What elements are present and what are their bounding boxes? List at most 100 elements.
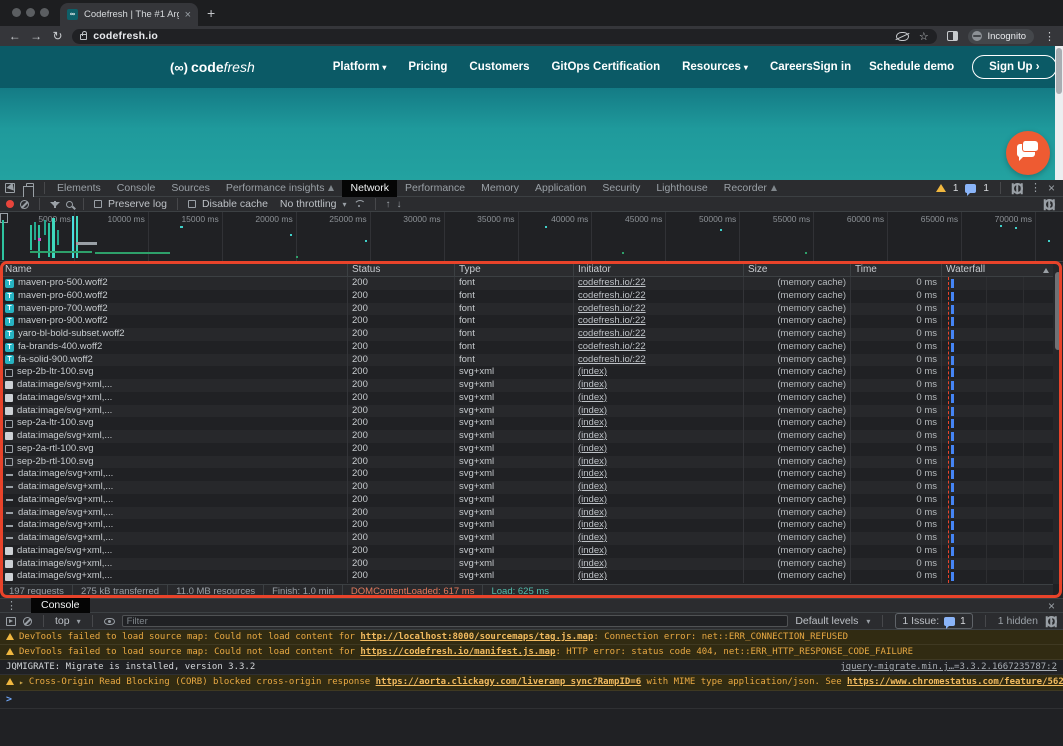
initiator-link[interactable]: (index) [578,379,607,390]
new-tab-button[interactable]: + [207,6,215,20]
console-sidebar-icon[interactable] [6,617,16,626]
window-zoom-button[interactable] [40,8,49,17]
log-levels-select[interactable]: Default levels [795,615,858,627]
table-row[interactable]: data:image/svg+xml,...200svg+xml(index)(… [1,430,1053,443]
initiator-link[interactable]: (index) [578,443,607,454]
devtools-settings-icon[interactable] [1012,183,1023,194]
browser-menu-icon[interactable]: ⋮ [1044,30,1055,43]
table-row[interactable]: sep-2b-rtl-100.svg200svg+xml(index)(memo… [1,456,1053,469]
initiator-link[interactable]: (index) [578,532,607,543]
initiator-link[interactable]: (index) [578,366,607,377]
devtools-close-icon[interactable]: × [1048,182,1055,194]
initiator-link[interactable]: (index) [578,507,607,518]
codefresh-logo[interactable]: (∞) code fresh [170,59,255,75]
nav-item-platform[interactable]: Platform▾ [333,61,387,73]
filter-icon[interactable] [50,202,60,207]
drawer-menu-icon[interactable]: ⋮ [6,601,17,611]
console-link[interactable]: http://localhost:8000/sourcemaps/tag.js.… [360,632,593,642]
live-expression-eye-icon[interactable] [104,618,115,625]
table-row[interactable]: data:image/svg+xml,...200svg+xml(index)(… [1,532,1053,545]
console-message[interactable]: DevTools failed to load source map: Coul… [0,630,1063,645]
devtools-tab-sources[interactable]: Sources [163,180,218,197]
console-message[interactable]: DevTools failed to load source map: Coul… [0,645,1063,660]
table-row[interactable]: Tfa-solid-900.woff2200fontcodefresh.io/:… [1,354,1053,367]
devtools-tab-memory[interactable]: Memory [473,180,527,197]
address-bar[interactable]: codefresh.io ☆ [72,29,936,44]
browser-tab[interactable]: ∞ Codefresh | The #1 Argo and G × [60,3,198,26]
devtools-tab-console[interactable]: Console [109,180,164,197]
devtools-tab-application[interactable]: Application [527,180,594,197]
initiator-link[interactable]: (index) [578,570,607,581]
initiator-link[interactable]: (index) [578,468,607,479]
devtools-tab-recorder[interactable]: Recorder [716,180,785,197]
forward-button[interactable]: → [25,29,46,43]
table-row[interactable]: data:image/svg+xml,...200svg+xml(index)(… [1,558,1053,571]
nav-item-careers[interactable]: Careers [770,61,813,73]
console-close-icon[interactable]: × [1048,600,1055,612]
console-clear-icon[interactable] [23,617,32,626]
schedule-demo-link[interactable]: Schedule demo [869,61,954,73]
page-scrollbar-thumb[interactable] [1056,48,1062,94]
device-toolbar-icon[interactable] [20,180,40,197]
table-row[interactable]: sep-2b-ltr-100.svg200svg+xml(index)(memo… [1,366,1053,379]
initiator-link[interactable]: (index) [578,405,607,416]
side-panel-icon[interactable] [947,31,959,41]
table-row[interactable]: Tmaven-pro-900.woff2200fontcodefresh.io/… [1,315,1053,328]
tab-close-icon[interactable]: × [185,9,191,21]
console-link[interactable]: https://www.chromestatus.com/feature/562… [847,677,1063,687]
nav-item-gitops-certification[interactable]: GitOps Certification [551,61,660,73]
nav-item-resources[interactable]: Resources▾ [682,61,748,73]
table-row[interactable]: Tmaven-pro-700.woff2200fontcodefresh.io/… [1,303,1053,316]
console-prompt[interactable]: > [0,691,1063,709]
table-row[interactable]: Tmaven-pro-600.woff2200fontcodefresh.io/… [1,290,1053,303]
table-row[interactable]: data:image/svg+xml,...200svg+xml(index)(… [1,481,1053,494]
console-filter-input[interactable] [122,615,789,627]
column-header-size[interactable]: Size [744,263,851,276]
expand-arrow-icon[interactable]: ▸ [19,678,24,688]
initiator-link[interactable]: codefresh.io/:22 [578,290,646,301]
window-close-button[interactable] [12,8,21,17]
console-drawer-tab[interactable]: Console [31,598,90,613]
table-row[interactable]: data:image/svg+xml,...200svg+xml(index)(… [1,494,1053,507]
initiator-link[interactable]: (index) [578,456,607,467]
table-row[interactable]: data:image/svg+xml,...200svg+xml(index)(… [1,392,1053,405]
initiator-link[interactable]: (index) [578,417,607,428]
search-icon[interactable] [66,201,73,208]
preserve-log-checkbox[interactable] [94,200,102,208]
table-row[interactable]: Tyaro-bl-bold-subset.woff2200fontcodefre… [1,328,1053,341]
nav-item-pricing[interactable]: Pricing [408,61,447,73]
record-icon[interactable] [6,200,14,208]
network-settings-icon[interactable] [1044,199,1055,210]
initiator-link[interactable]: (index) [578,519,607,530]
devtools-tab-elements[interactable]: Elements [49,180,109,197]
console-link[interactable]: https://aorta.clickagy.com/liveramp_sync… [376,677,642,687]
initiator-link[interactable]: codefresh.io/:22 [578,354,646,365]
disable-cache-checkbox[interactable] [188,200,196,208]
context-select[interactable]: top [55,615,70,627]
devtools-menu-icon[interactable]: ⋮ [1030,183,1041,193]
table-scrollbar-thumb[interactable] [1055,272,1061,350]
column-header-waterfall[interactable]: Waterfall [942,263,1053,276]
table-row[interactable]: Tmaven-pro-500.woff2200fontcodefresh.io/… [1,277,1053,290]
column-header-status[interactable]: Status [348,263,455,276]
table-row[interactable]: data:image/svg+xml,...200svg+xml(index)(… [1,519,1053,532]
initiator-link[interactable]: codefresh.io/:22 [578,341,646,352]
console-settings-icon[interactable] [1046,616,1057,627]
window-minimize-button[interactable] [26,8,35,17]
sign-up-button[interactable]: Sign Up › [972,55,1056,79]
inspect-element-icon[interactable] [0,180,20,197]
console-link[interactable]: https://codefresh.io/manifest.js.map [360,647,555,657]
table-row[interactable]: data:image/svg+xml,...200svg+xml(index)(… [1,545,1053,558]
issues-badge-icon[interactable] [965,184,976,193]
console-message[interactable]: JQMIGRATE: Migrate is installed, version… [0,660,1063,675]
table-row[interactable]: data:image/svg+xml,...200svg+xml(index)(… [1,468,1053,481]
initiator-link[interactable]: (index) [578,392,607,403]
devtools-tab-performance-insights[interactable]: Performance insights [218,180,343,197]
devtools-tab-network[interactable]: Network [342,180,397,197]
column-header-name[interactable]: Name [1,263,348,276]
source-location-link[interactable]: jquery-migrate.min.j…=3.3.2.1667235787:2 [828,662,1057,672]
clear-icon[interactable] [20,200,29,209]
network-conditions-icon[interactable] [353,200,365,208]
bookmark-star-icon[interactable]: ☆ [919,30,929,43]
column-header-time[interactable]: Time [851,263,942,276]
